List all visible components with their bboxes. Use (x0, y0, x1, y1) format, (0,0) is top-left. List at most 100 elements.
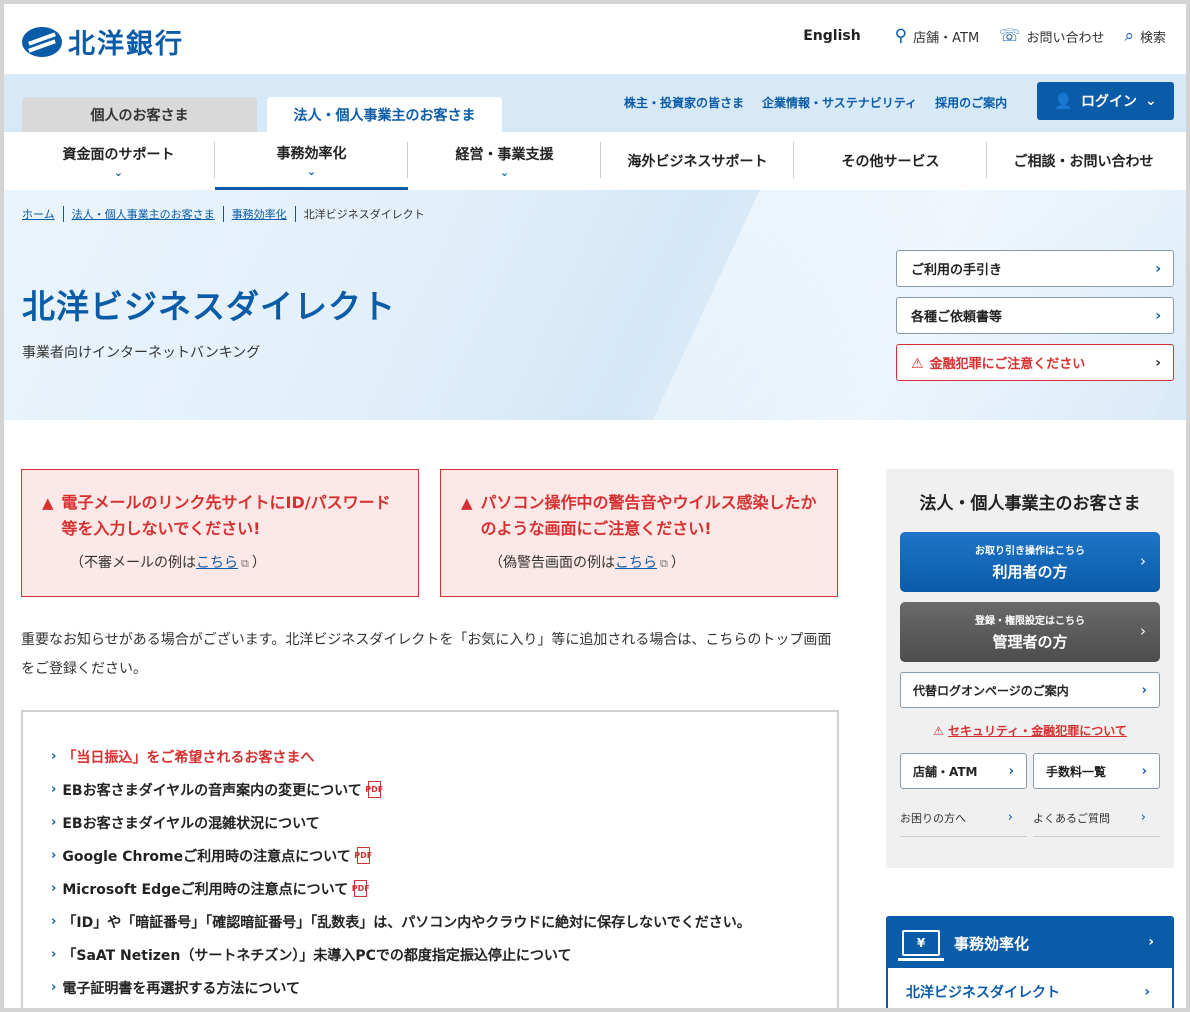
news-list: › 「当日振込」をご希望されるお客さまへ › EBお客さまダイヤルの音声案内の変更に… (21, 710, 839, 1012)
chevron-down-icon: ⌄ (499, 166, 510, 179)
logo-text: 北洋銀行 (68, 29, 184, 60)
user-login-button[interactable]: お取り引き操作はこちら 利用者の方 › (900, 532, 1160, 592)
chevron-right-icon: › (51, 815, 57, 830)
external-window-icon: ⧉ (660, 557, 668, 570)
english-link[interactable]: English (803, 28, 860, 44)
news-item[interactable]: › 「当日振込」をご希望されるお客さまへ (51, 740, 837, 773)
admin-login-button[interactable]: 登録・権限設定はこちら 管理者の方 › (900, 602, 1160, 662)
search-label: 検索 (1139, 30, 1166, 46)
logo-mark-icon (22, 26, 62, 57)
breadcrumb-current: 北洋ビジネスダイレクト (303, 208, 425, 221)
security-link[interactable]: ⚠ セキュリティ・金融犯罪について (900, 722, 1160, 739)
map-pin-icon: ⚲ (894, 26, 908, 46)
chevron-down-icon: ⌄ (306, 164, 317, 178)
chevron-down-icon: ⌄ (113, 166, 124, 179)
chevron-right-icon: › (1148, 934, 1154, 950)
login-label: ログイン (1080, 94, 1137, 110)
store-atm-button[interactable]: 店舗・ATM › (900, 753, 1027, 789)
contact-label: お問い合わせ (1026, 30, 1105, 46)
recruit-link[interactable]: 採用のご案内 (935, 94, 1007, 111)
category-menu: ¥ 事務効率化 › 北洋ビジネスダイレクト › (886, 916, 1174, 1012)
news-item[interactable]: › EBお客さまダイヤルの混雑状況について (51, 806, 837, 839)
chevron-right-icon: › (51, 749, 57, 764)
breadcrumb-home[interactable]: ホーム (22, 206, 64, 222)
alt-login-label: 代替ログオンページのご案内 (913, 683, 1069, 698)
alt-login-button[interactable]: 代替ログオンページのご案内 › (900, 672, 1160, 708)
corporate-info-link[interactable]: 企業情報・サステナビリティ (762, 94, 917, 111)
band-links: 株主・投資家の皆さま 企業情報・サステナビリティ 採用のご案内 (624, 94, 1007, 111)
category-head[interactable]: ¥ 事務効率化 › (888, 918, 1172, 968)
news-item[interactable]: › Google Chromeご利用時の注意点について PDF (51, 839, 837, 872)
fake-warning-example-link[interactable]: こちら (615, 555, 657, 571)
hero-buttons: ご利用の手引き › 各種ご依頼書等 › ⚠ 金融犯罪にご注意ください › (896, 250, 1174, 391)
breadcrumb: ホーム 法人・個人事業主のお客さま 事務効率化 北洋ビジネスダイレクト (22, 206, 425, 222)
store-atm-label: 店舗・ATM (913, 30, 980, 46)
warning-icon: ▲ (42, 494, 54, 512)
chevron-right-icon: › (1141, 682, 1147, 698)
audience-band: 個人のお客さま 法人・個人事業主のお客さま 株主・投資家の皆さま 企業情報・サス… (4, 74, 1186, 132)
news-item[interactable]: › 「ID」や「暗証番号」「確認暗証番号」「乱数表」は、パソコン内やクラウドに絶対… (51, 905, 837, 938)
fraud-warning-button[interactable]: ⚠ 金融犯罪にご注意ください › (896, 344, 1174, 381)
utility-nav: English ⚲ 店舗・ATM ☏ お問い合わせ ⌕ 検索 (803, 26, 1166, 46)
news-item[interactable]: › 電子証明書を再選択する方法について (51, 971, 837, 1004)
guide-button[interactable]: ご利用の手引き › (896, 250, 1174, 287)
help-link[interactable]: お困りの方へ › (900, 799, 1027, 837)
faq-label: よくあるご質問 (1033, 811, 1110, 825)
user-login-label: 利用者の方 (992, 563, 1068, 581)
fees-button[interactable]: 手数料一覧 › (1033, 753, 1160, 789)
chevron-right-icon: › (1144, 984, 1150, 1000)
security-label: セキュリティ・金融犯罪について (948, 724, 1127, 738)
alert-note-pre: （不審メールの例は (70, 555, 196, 571)
site-header: 北洋銀行 English ⚲ 店舗・ATM ☏ お問い合わせ ⌕ 検索 (4, 4, 1186, 74)
bookmark-notice: 重要なお知らせがある場合がございます。北洋ビジネスダイレクトを「お気に入り」等に… (21, 632, 832, 677)
search-link[interactable]: ⌕ 検索 (1124, 26, 1166, 46)
chevron-right-icon: › (1008, 763, 1014, 779)
chevron-right-icon: › (1141, 763, 1147, 779)
category-item[interactable]: 北洋ビジネスダイレクト › (888, 968, 1172, 1012)
login-panel-title: 法人・個人事業主のお客さま (919, 494, 1141, 514)
nav-label: 海外ビジネスサポート (627, 154, 768, 170)
store-atm-label: 店舗・ATM (913, 764, 978, 779)
nav-label: 資金面のサポート (62, 147, 175, 163)
admin-login-label: 管理者の方 (992, 633, 1068, 651)
phishing-example-link[interactable]: こちら (196, 555, 238, 571)
store-atm-link[interactable]: ⚲ 店舗・ATM (895, 26, 980, 46)
nav-office-efficiency[interactable]: 事務効率化 ⌄ (215, 132, 408, 190)
login-panel: 法人・個人事業主のお客さま お取り引き操作はこちら 利用者の方 › 登録・権限設… (886, 469, 1174, 868)
page-subtitle: 事業者向けインターネットバンキング (22, 345, 261, 361)
nav-other-services[interactable]: その他サービス (794, 132, 987, 190)
chevron-right-icon: › (1140, 622, 1146, 640)
nav-funding-support[interactable]: 資金面のサポート ⌄ (22, 132, 215, 190)
category-item-label: 北洋ビジネスダイレクト (906, 985, 1060, 1001)
breadcrumb-efficiency[interactable]: 事務効率化 (224, 206, 296, 222)
nav-business-support[interactable]: 経営・事業支援 ⌄ (408, 132, 601, 190)
nav-consultation[interactable]: ご相談・お問い合わせ (987, 132, 1180, 190)
contact-link[interactable]: ☏ お問い合わせ (999, 26, 1104, 46)
news-item[interactable]: › 「SaAT Netizen（サートネチズン）」未導入PCでの都度指定振込停止に… (51, 938, 837, 971)
main-nav: 資金面のサポート ⌄ 事務効率化 ⌄ 経営・事業支援 ⌄ 海外ビジネスサポート … (4, 132, 1186, 190)
breadcrumb-corporate[interactable]: 法人・個人事業主のお客さま (64, 206, 224, 222)
faq-link[interactable]: よくあるご質問 › (1033, 799, 1160, 837)
phishing-alert: ▲ 電子メールのリンク先サイトにID/パスワード等を入力しないでください! （不… (21, 469, 419, 597)
tab-personal[interactable]: 個人のお客さま (22, 97, 257, 132)
guide-label: ご利用の手引き (911, 263, 1003, 278)
category-head-label: 事務効率化 (954, 934, 1030, 953)
investors-link[interactable]: 株主・投資家の皆さま (624, 94, 744, 111)
hero: ホーム 法人・個人事業主のお客さま 事務効率化 北洋ビジネスダイレクト 北洋ビジ… (4, 190, 1186, 420)
chevron-right-icon: › (51, 848, 57, 863)
login-button[interactable]: 👤 ログイン ⌄ (1037, 82, 1174, 120)
help-label: お困りの方へ (900, 811, 966, 825)
fake-warning-alert: ▲ パソコン操作中の警告音やウイルス感染したかのような画面にご注意ください! （… (440, 469, 838, 597)
pdf-icon: PDF (352, 880, 370, 897)
logo[interactable]: 北洋銀行 (22, 22, 184, 61)
news-item[interactable]: › EBお客さまダイヤルの音声案内の変更について PDF (51, 773, 837, 806)
warning-icon: ▲ (461, 494, 473, 512)
tab-corporate[interactable]: 法人・個人事業主のお客さま (267, 97, 502, 132)
nav-overseas-support[interactable]: 海外ビジネスサポート (601, 132, 794, 190)
alert-note-pre: （偽警告画面の例は (489, 555, 615, 571)
nav-label: 事務効率化 (276, 145, 347, 162)
news-item[interactable]: › Microsoft Edgeご利用時の注意点について PDF (51, 872, 837, 905)
forms-button[interactable]: 各種ご依頼書等 › (896, 297, 1174, 334)
chevron-right-icon: › (51, 914, 57, 929)
alert-note-post: ） (251, 555, 266, 571)
